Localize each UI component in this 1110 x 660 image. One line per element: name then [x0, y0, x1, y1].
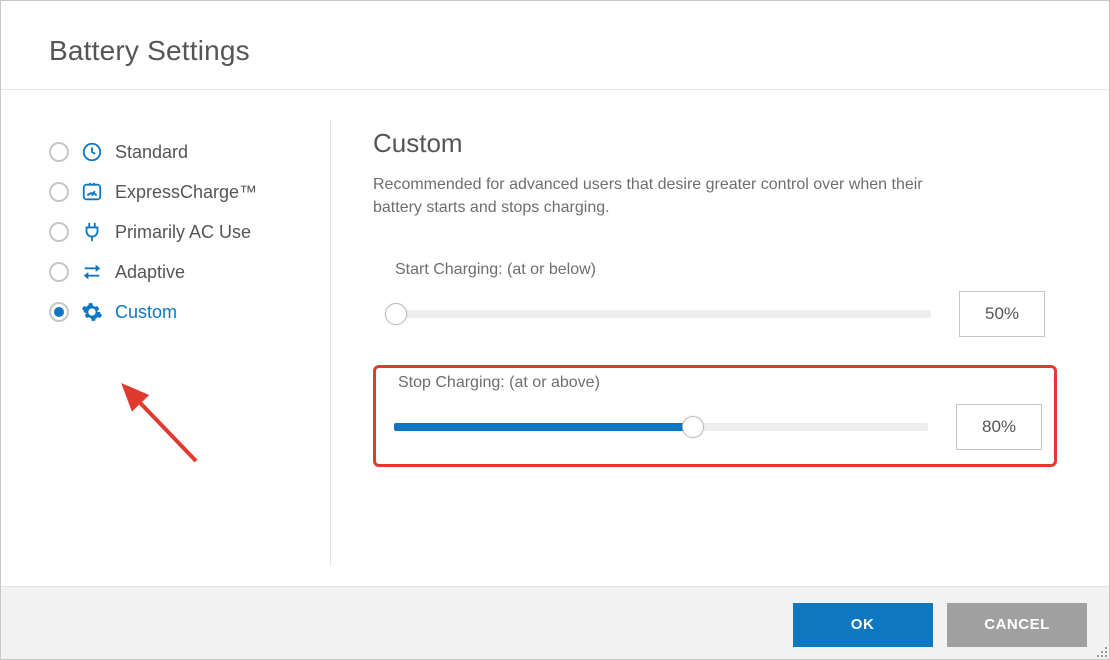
gauge-icon	[81, 181, 103, 203]
stop-charging-slider[interactable]	[394, 423, 928, 431]
cancel-button[interactable]: CANCEL	[947, 603, 1087, 647]
option-primarily-ac[interactable]: Primarily AC Use	[41, 212, 300, 252]
radio-adaptive[interactable]	[49, 262, 69, 282]
option-adaptive[interactable]: Adaptive	[41, 252, 300, 292]
detail-description: Recommended for advanced users that desi…	[373, 173, 963, 219]
cycle-icon	[81, 261, 103, 283]
option-label: Primarily AC Use	[115, 222, 251, 243]
mode-list: Standard ExpressCharge™	[41, 120, 331, 566]
dialog-title: Battery Settings	[49, 35, 1061, 67]
option-custom[interactable]: Custom	[41, 292, 300, 332]
start-charging-group: Start Charging: (at or below) 50%	[373, 253, 1057, 355]
detail-heading: Custom	[373, 128, 1057, 159]
plug-icon	[81, 221, 103, 243]
radio-custom[interactable]	[49, 302, 69, 322]
title-bar: Battery Settings	[1, 1, 1109, 90]
start-charging-label: Start Charging: (at or below)	[391, 261, 1045, 279]
gear-icon	[81, 301, 103, 323]
option-expresscharge[interactable]: ExpressCharge™	[41, 172, 300, 212]
resize-grip[interactable]	[1094, 644, 1108, 658]
battery-settings-dialog: Battery Settings Standard	[0, 0, 1110, 660]
radio-standard[interactable]	[49, 142, 69, 162]
dialog-footer: OK CANCEL	[1, 586, 1109, 659]
option-label: Custom	[115, 302, 177, 323]
option-label: Standard	[115, 142, 188, 163]
slider-thumb[interactable]	[682, 416, 704, 438]
option-standard[interactable]: Standard	[41, 132, 300, 172]
detail-panel: Custom Recommended for advanced users th…	[331, 120, 1069, 566]
start-charging-slider[interactable]	[391, 310, 931, 318]
stop-charging-label: Stop Charging: (at or above)	[394, 374, 1042, 392]
radio-expresscharge[interactable]	[49, 182, 69, 202]
option-label: Adaptive	[115, 262, 185, 283]
radio-primarily-ac[interactable]	[49, 222, 69, 242]
start-charging-value[interactable]: 50%	[959, 291, 1045, 337]
clock-icon	[81, 141, 103, 163]
stop-charging-value[interactable]: 80%	[956, 404, 1042, 450]
option-label: ExpressCharge™	[115, 182, 257, 203]
stop-charging-highlight: Stop Charging: (at or above) 80%	[373, 365, 1057, 467]
ok-button[interactable]: OK	[793, 603, 933, 647]
slider-thumb[interactable]	[385, 303, 407, 325]
